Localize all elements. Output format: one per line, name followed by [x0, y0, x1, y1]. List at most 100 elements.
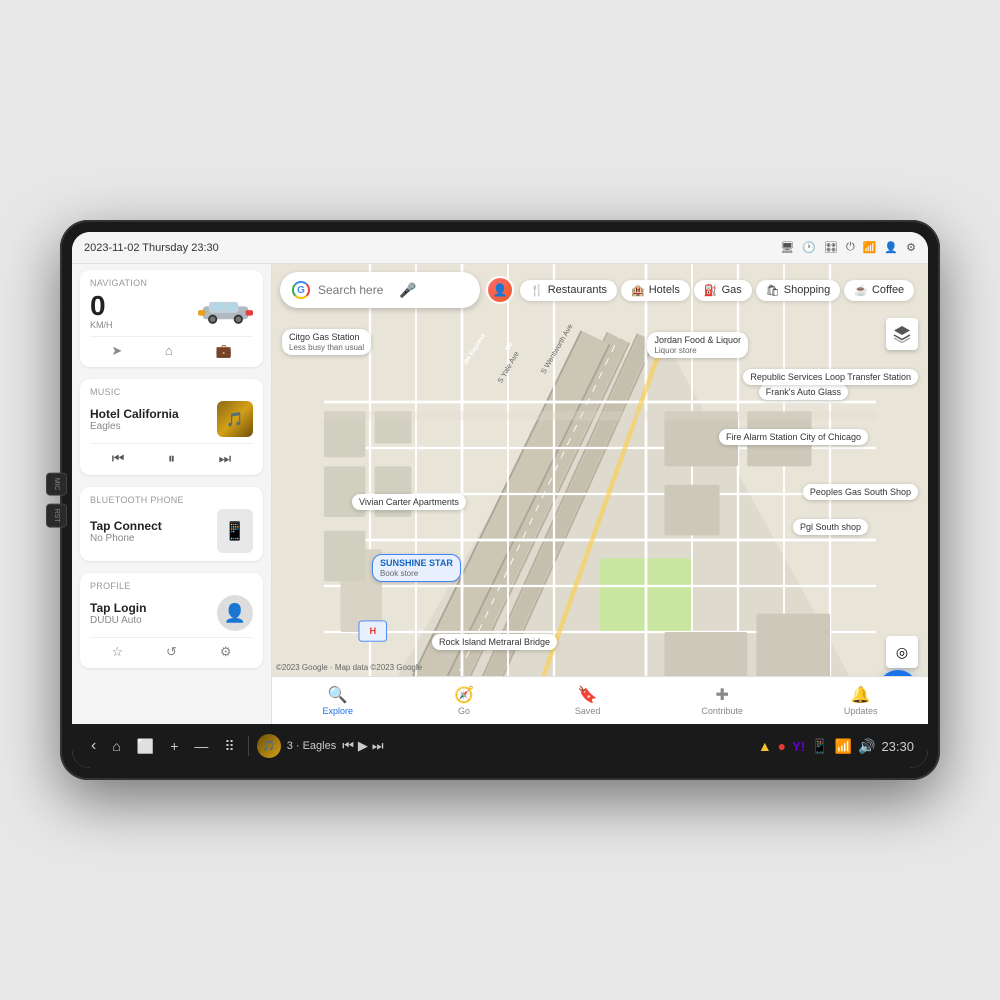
place-rockisland[interactable]: Rock Island Metraral Bridge	[432, 634, 557, 650]
car-icon-area	[198, 294, 253, 329]
steering-icon: 🎛	[824, 241, 838, 254]
filter-restaurants[interactable]: 🍴 Restaurants	[520, 280, 617, 301]
now-playing-bar: 🎵 3 · Eagles ⏮ ▶ ⏭	[257, 734, 384, 758]
pgl-name: Pgl South shop	[800, 522, 861, 532]
vivian-name: Vivian Carter Apartments	[359, 497, 459, 507]
location-icon: ◎	[896, 644, 908, 661]
volume-icon[interactable]: 🔊	[858, 738, 875, 755]
speed-display: 0 KM/H	[90, 292, 113, 330]
explore-label: Explore	[322, 706, 353, 716]
svg-text:H: H	[369, 626, 376, 636]
place-franks[interactable]: Frank's Auto Glass	[759, 384, 848, 400]
pause-button[interactable]: ⏸	[168, 450, 175, 467]
music-thumbnail: 🎵	[217, 401, 253, 437]
mic-icon[interactable]: 🎤	[399, 282, 416, 299]
favorite-btn[interactable]: ☆	[111, 644, 123, 660]
profile-name: Tap Login	[90, 601, 209, 615]
bt-title: Tap Connect	[90, 519, 209, 533]
np-controls: ⏮ ▶ ⏭	[342, 738, 383, 754]
car-head-unit: MIC RST 2023-11-02 Thursday 23:30 🖥 🕐 🎛 …	[60, 220, 940, 780]
go-label: Go	[458, 706, 470, 716]
place-citgo[interactable]: Citgo Gas Station Less busy than usual	[282, 329, 371, 355]
filter-coffee[interactable]: ☕ Coffee	[844, 280, 914, 301]
main-content: Navigation 0 KM/H	[72, 264, 928, 724]
next-button[interactable]: ⏭	[219, 450, 232, 467]
map-nav-contribute[interactable]: ✚ Contribute	[701, 685, 743, 716]
np-track-info: 3 · Eagles	[287, 740, 337, 752]
map-nav-saved[interactable]: 🔖 Saved	[575, 685, 601, 716]
map-layers-button[interactable]	[886, 318, 918, 350]
rockisland-name: Rock Island Metraral Bridge	[439, 637, 550, 647]
updates-label: Updates	[844, 706, 878, 716]
place-sunshine[interactable]: SUNSHINE STAR Book store	[372, 554, 461, 582]
navigate-btn[interactable]: ➤	[111, 343, 122, 359]
profile-avatar[interactable]: 👤	[217, 595, 253, 631]
filter-shopping[interactable]: 🛍 Shopping	[756, 280, 840, 301]
refresh-btn[interactable]: ↺	[166, 644, 177, 660]
saved-label: Saved	[575, 706, 601, 716]
np-album-art[interactable]: 🎵	[257, 734, 281, 758]
sunshine-name: SUNSHINE STAR	[380, 558, 453, 568]
filter-gas[interactable]: ⛽ Gas	[694, 280, 752, 301]
home-btn[interactable]: ⌂	[165, 343, 173, 359]
map-nav-updates[interactable]: 🔔 Updates	[844, 685, 878, 716]
back-button[interactable]: ‹	[86, 734, 101, 758]
mic-button[interactable]: MIC	[46, 473, 67, 496]
republic-name: Republic Services Loop Transfer Station	[750, 372, 911, 382]
settings-btn[interactable]: ⚙	[220, 644, 232, 660]
speed-value: 0	[90, 292, 113, 320]
np-play-btn[interactable]: ▶	[358, 738, 368, 754]
music-controls: ⏮ ⏸ ⏭	[90, 443, 253, 467]
map-bottom-nav: 🔍 Explore 🧭 Go 🔖 Saved ✚ Contribute	[272, 676, 928, 724]
search-box[interactable]: G Search here 🎤	[280, 272, 480, 308]
profile-subtitle: DUDU Auto	[90, 615, 209, 626]
filter-hotels[interactable]: 🏨 Hotels	[621, 280, 690, 301]
minus-button[interactable]: —	[189, 735, 213, 757]
gps-status-icon: ▲	[758, 738, 772, 754]
peoples-name: Peoples Gas South Shop	[810, 487, 911, 497]
map-nav-go[interactable]: 🧭 Go	[454, 685, 474, 716]
search-placeholder: Search here	[318, 283, 383, 297]
wifi-icon: 📶	[863, 241, 877, 254]
grid-button[interactable]: ⠿	[219, 735, 239, 758]
place-peoples[interactable]: Peoples Gas South Shop	[803, 484, 918, 500]
prev-button[interactable]: ⏮	[112, 450, 125, 467]
user-avatar[interactable]: 👤	[486, 276, 514, 304]
sys-clock: 23:30	[881, 739, 914, 754]
system-bar: ‹ ⌂ ⬜ + — ⠿ 🎵 3 · Eagles ⏮ ▶ ⏭ ▲ ● Y!	[72, 724, 928, 768]
recents-button[interactable]: ⬜	[132, 735, 159, 758]
np-prev-btn[interactable]: ⏮	[342, 738, 354, 754]
place-republic[interactable]: Republic Services Loop Transfer Station	[743, 369, 918, 385]
explore-icon: 🔍	[328, 685, 348, 705]
record-status-icon: ●	[778, 738, 786, 754]
phone-icon[interactable]: 📱	[217, 509, 253, 553]
place-pgl[interactable]: Pgl South shop	[793, 519, 868, 535]
map-nav-explore[interactable]: 🔍 Explore	[322, 685, 353, 716]
firealarm-name: Fire Alarm Station City of Chicago	[726, 432, 861, 442]
coffee-label: Coffee	[872, 284, 904, 296]
contribute-label: Contribute	[701, 706, 743, 716]
apps2-icon[interactable]: 📱	[811, 738, 828, 755]
franks-name: Frank's Auto Glass	[766, 387, 841, 397]
hotel-label: Hotels	[649, 284, 680, 296]
settings-icon[interactable]: ⚙	[906, 241, 916, 254]
status-icons: 🖥 🕐 🎛 ⏻ 📶 👤 ⚙	[780, 241, 916, 254]
place-firealarm[interactable]: Fire Alarm Station City of Chicago	[719, 429, 868, 445]
map-location-button[interactable]: ◎	[886, 636, 918, 668]
car-icon	[198, 296, 253, 326]
status-bar: 2023-11-02 Thursday 23:30 🖥 🕐 🎛 ⏻ 📶 👤 ⚙	[72, 232, 928, 264]
place-vivian[interactable]: Vivian Carter Apartments	[352, 494, 466, 510]
add-button[interactable]: +	[165, 735, 183, 757]
nav-actions: ➤ ⌂ 💼	[90, 336, 253, 359]
layers-icon	[893, 325, 911, 343]
jordan-sub: Liquor store	[654, 346, 696, 355]
music-card-content: Hotel California Eagles 🎵	[90, 401, 253, 437]
rst-button[interactable]: RST	[46, 503, 67, 527]
home-button[interactable]: ⌂	[107, 735, 125, 757]
np-next-btn[interactable]: ⏭	[372, 738, 384, 754]
map-area[interactable]: H S Yale Ave S Wentworth Ave I94 Express…	[272, 264, 928, 724]
bt-info: Tap Connect No Phone	[90, 519, 209, 544]
sidebar: Navigation 0 KM/H	[72, 264, 272, 724]
work-btn[interactable]: 💼	[215, 343, 231, 359]
place-jordan[interactable]: Jordan Food & Liquor Liquor store	[647, 332, 748, 358]
